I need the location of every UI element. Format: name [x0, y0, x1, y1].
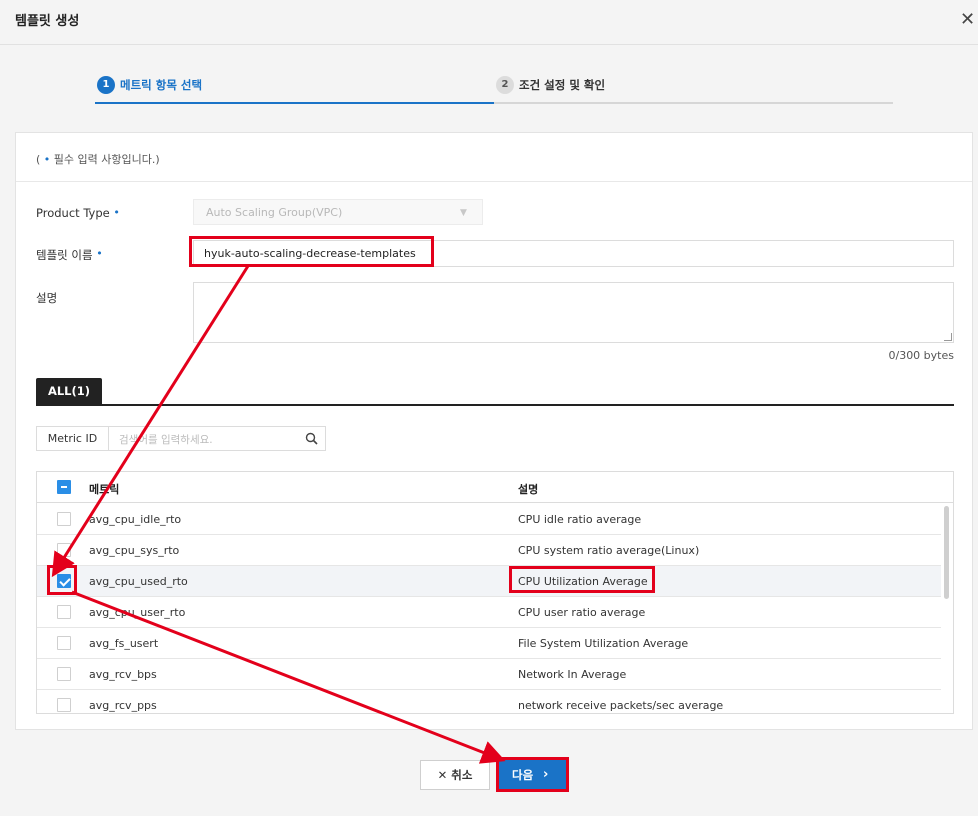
table-row[interactable]: avg_cpu_user_rto CPU user ratio average [37, 597, 941, 628]
next-button[interactable]: 다음 › [499, 760, 566, 790]
metric-id: avg_cpu_used_rto [89, 575, 188, 588]
resize-handle-icon[interactable] [944, 333, 952, 341]
metric-description: CPU Utilization Average [518, 575, 648, 588]
divider [16, 181, 972, 182]
select-all-checkbox[interactable] [57, 480, 71, 494]
row-checkbox[interactable] [57, 698, 71, 712]
row-checkbox[interactable] [57, 543, 71, 557]
required-note: ( • 필수 입력 사항입니다.) [36, 151, 160, 167]
metric-id: avg_rcv_pps [89, 699, 157, 712]
product-type-value: Auto Scaling Group(VPC) [206, 206, 343, 219]
row-checkbox[interactable] [57, 512, 71, 526]
dialog-title: 템플릿 생성 [15, 14, 80, 29]
search-input[interactable]: 검색어를 입력하세요. [119, 432, 213, 447]
close-icon[interactable]: ✕ [960, 11, 976, 29]
next-label: 다음 [512, 768, 534, 782]
metric-id: avg_cpu_sys_rto [89, 544, 180, 557]
metric-search: Metric ID 검색어를 입력하세요. [36, 426, 326, 451]
search-icon[interactable] [305, 432, 318, 445]
table-row[interactable]: avg_rcv_bps Network In Average [37, 659, 941, 690]
table-row[interactable]: avg_cpu_used_rto CPU Utilization Average [37, 566, 941, 597]
cancel-button[interactable]: ✕ 취소 [420, 760, 490, 790]
metric-id: avg_fs_usert [89, 637, 159, 650]
row-checkbox[interactable] [57, 574, 71, 588]
template-name-value: hyuk-auto-scaling-decrease-templates [204, 247, 416, 260]
metric-description: CPU system ratio average(Linux) [518, 544, 700, 557]
step-number: 2 [496, 76, 514, 94]
tab-all[interactable]: ALL(1) [36, 378, 102, 404]
dialog-header: 템플릿 생성 ✕ [0, 0, 978, 45]
metric-description: Network In Average [518, 668, 627, 681]
required-marker: • [96, 247, 103, 260]
table-row[interactable]: avg_cpu_idle_rto CPU idle ratio average [37, 504, 941, 535]
step-label: 조건 설정 및 확인 [519, 78, 606, 92]
tab-underline [36, 404, 954, 406]
product-type-label-text: Product Type [36, 206, 110, 220]
metric-description: CPU user ratio average [518, 606, 646, 619]
metric-description: CPU idle ratio average [518, 513, 642, 526]
row-checkbox[interactable] [57, 667, 71, 681]
template-name-input[interactable]: hyuk-auto-scaling-decrease-templates [193, 240, 954, 267]
chevron-down-icon: ▼ [460, 208, 467, 218]
step-number: 1 [97, 76, 115, 94]
metric-description: File System Utilization Average [518, 637, 689, 650]
byte-counter: 0/300 bytes [888, 349, 954, 362]
column-header-description: 설명 [518, 483, 539, 496]
required-marker: • [113, 206, 120, 219]
column-header-metric: 메트릭 [89, 483, 120, 496]
metric-table: 메트릭 설명 avg_cpu_idle_rto CPU idle ratio a… [36, 471, 954, 714]
form-panel: ( • 필수 입력 사항입니다.) Product Type • Auto Sc… [15, 132, 973, 730]
cancel-label: 취소 [451, 768, 473, 782]
step-label: 메트릭 항목 선택 [120, 78, 203, 92]
required-note-open: ( [36, 153, 44, 166]
table-row[interactable]: avg_cpu_sys_rto CPU system ratio average… [37, 535, 941, 566]
step-set-conditions[interactable]: 2 조건 설정 및 확인 [494, 72, 893, 104]
template-name-label: 템플릿 이름 • [36, 247, 103, 263]
metric-id: avg_cpu_idle_rto [89, 513, 182, 526]
row-checkbox[interactable] [57, 636, 71, 650]
scrollbar-thumb[interactable] [944, 506, 949, 599]
metric-id: avg_cpu_user_rto [89, 606, 186, 619]
scrollbar[interactable] [943, 504, 951, 713]
stepper: 1 메트릭 항목 선택 2 조건 설정 및 확인 [95, 72, 893, 104]
metric-id: avg_rcv_bps [89, 668, 157, 681]
step-select-metrics[interactable]: 1 메트릭 항목 선택 [95, 72, 494, 104]
chevron-right-icon: › [543, 767, 549, 782]
template-name-label-text: 템플릿 이름 [36, 248, 93, 262]
description-label: 설명 [36, 291, 58, 305]
description-textarea[interactable] [193, 282, 954, 343]
table-row[interactable]: avg_rcv_pps network receive packets/sec … [37, 690, 941, 713]
product-type-label: Product Type • [36, 206, 120, 220]
product-type-select[interactable]: Auto Scaling Group(VPC) ▼ [193, 199, 483, 225]
row-checkbox[interactable] [57, 605, 71, 619]
table-header: 메트릭 설명 [37, 472, 953, 503]
x-icon: ✕ [437, 768, 448, 782]
table-row[interactable]: avg_fs_usert File System Utilization Ave… [37, 628, 941, 659]
search-type-select[interactable]: Metric ID [37, 427, 109, 450]
required-note-text: 필수 입력 사항입니다.) [50, 153, 160, 166]
metric-description: network receive packets/sec average [518, 699, 724, 712]
